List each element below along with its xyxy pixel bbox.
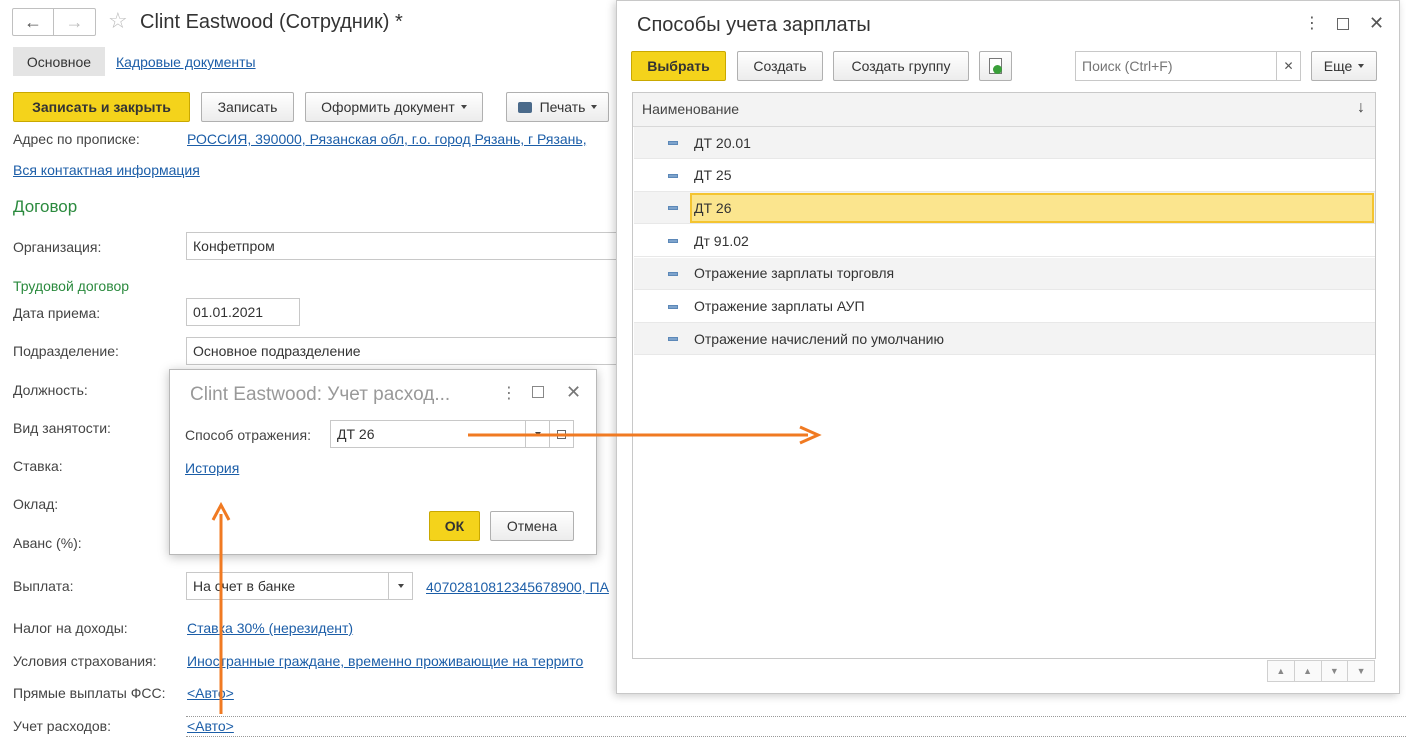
annotation-arrows <box>211 425 822 714</box>
